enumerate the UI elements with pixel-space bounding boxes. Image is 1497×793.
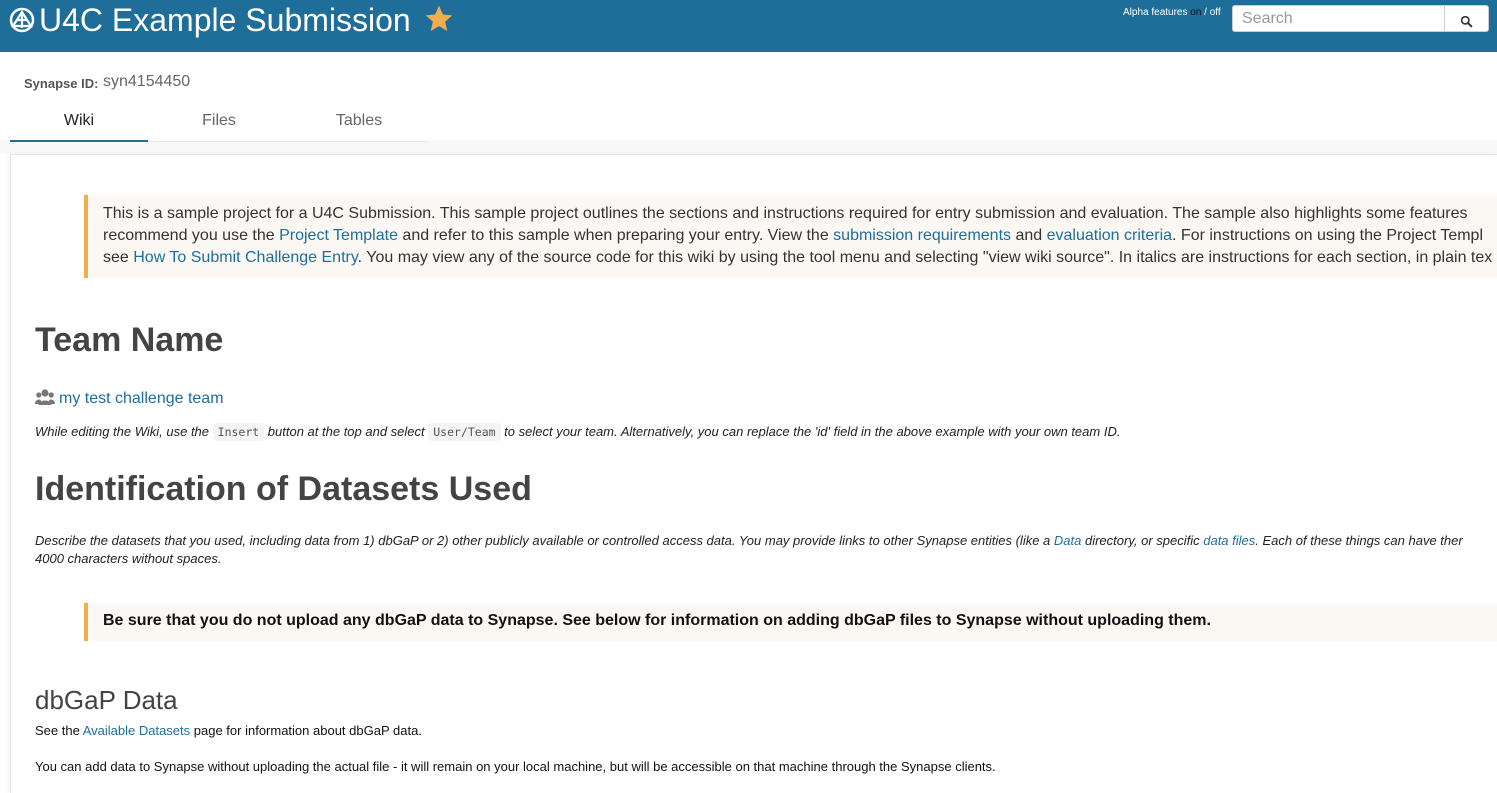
evaluation-criteria-link[interactable]: evaluation criteria [1047, 227, 1172, 244]
how-to-submit-link[interactable]: How To Submit Challenge Entry [133, 249, 357, 266]
user-team-code: User/Team [428, 423, 501, 441]
tab-files[interactable]: Files [149, 105, 289, 142]
tab-wiki[interactable]: Wiki [10, 105, 148, 142]
alpha-on-option[interactable]: on [1190, 7, 1201, 18]
alpha-off-option[interactable]: / off [1201, 7, 1221, 18]
synapse-logo-icon[interactable] [8, 6, 36, 34]
dbgap-warning-callout: Be sure that you do not upload any dbGaP… [84, 603, 1497, 641]
data-files-link[interactable]: data files [1203, 533, 1255, 548]
datasets-heading: Identification of Datasets Used [35, 470, 532, 508]
alpha-features-toggle[interactable]: Alpha features on / off [1123, 7, 1221, 18]
team-name-heading: Team Name [35, 321, 224, 359]
search-icon [1460, 15, 1473, 28]
top-header: U4C Example Submission Alpha features on… [0, 0, 1497, 52]
project-template-link[interactable]: Project Template [279, 227, 398, 244]
data-directory-link[interactable]: Data [1054, 533, 1081, 548]
team-edit-instructions: While editing the Wiki, use the Insert b… [35, 423, 1121, 441]
submission-requirements-link[interactable]: submission requirements [833, 227, 1011, 244]
project-title: U4C Example Submission [39, 2, 411, 38]
tab-tables[interactable]: Tables [289, 105, 429, 142]
intro-callout: This is a sample project for a U4C Submi… [84, 195, 1497, 278]
synapse-id-value: syn4154450 [103, 73, 191, 90]
insert-code: Insert [212, 423, 265, 441]
add-data-paragraph: You can add data to Synapse without uplo… [35, 759, 996, 774]
team-link[interactable]: my test challenge team [59, 390, 224, 407]
tab-bar-background [0, 140, 1497, 154]
available-datasets-paragraph: See the Available Datasets page for info… [35, 723, 422, 738]
users-icon [35, 389, 55, 405]
team-badge: my test challenge team [35, 388, 224, 408]
synapse-id-label: Synapse ID: [24, 76, 99, 91]
available-datasets-link[interactable]: Available Datasets [83, 723, 190, 738]
search-input[interactable] [1232, 5, 1444, 32]
search-button[interactable] [1444, 5, 1489, 32]
dbgap-data-heading: dbGaP Data [35, 685, 178, 715]
star-icon[interactable] [423, 3, 455, 35]
datasets-description: Describe the datasets that you used, inc… [35, 533, 1463, 566]
